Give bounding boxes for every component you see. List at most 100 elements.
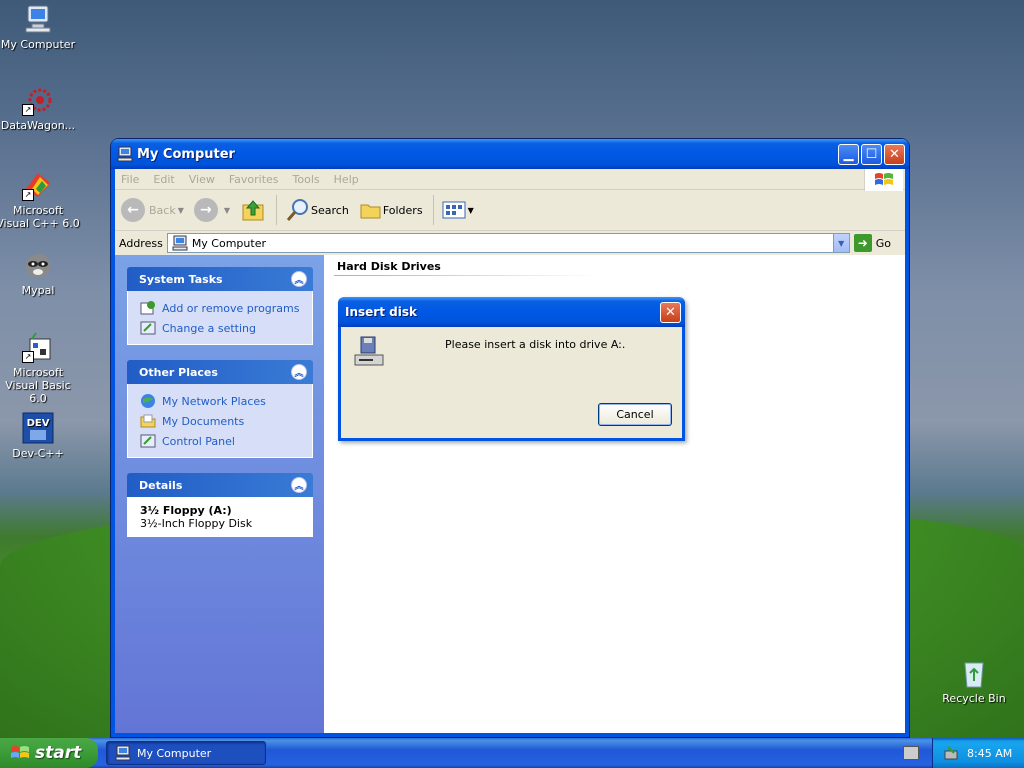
toolbar: ← Back ▼ → ▼ Search Folders ▼ [115,190,905,231]
collapse-chevron-icon[interactable]: ︽ [291,364,307,380]
task-add-remove-programs[interactable]: Add or remove programs [140,298,304,318]
views-button[interactable]: ▼ [442,200,474,220]
visual-basic-icon: ↗ [22,331,54,363]
menu-tools[interactable]: Tools [293,173,320,186]
address-dropdown-button[interactable]: ▼ [832,234,849,252]
window-title: My Computer [137,146,235,162]
system-tasks-header[interactable]: System Tasks ︽ [127,267,313,291]
documents-folder-icon [140,414,156,428]
visual-cpp-icon: ↗ [22,169,54,201]
system-tasks-body: Add or remove programs Change a setting [127,291,313,345]
cancel-button[interactable]: Cancel [598,403,672,426]
close-icon: ✕ [889,146,900,162]
views-icon [442,201,466,219]
folders-icon [360,204,381,219]
desktop-icon-recycle-bin[interactable]: Recycle Bin [931,657,1017,705]
minimize-icon: ▁ [843,146,854,162]
desktop-icon-my-computer[interactable]: My Computer [0,3,81,51]
control-panel-icon [140,321,156,335]
folder-up-icon [242,200,264,221]
dialog-close-button[interactable]: ✕ [660,301,681,323]
menu-edit[interactable]: Edit [153,173,174,186]
task-change-setting[interactable]: Change a setting [140,318,304,338]
menu-help[interactable]: Help [334,173,359,186]
folders-button[interactable]: Folders [359,198,423,222]
safely-remove-hardware-icon[interactable] [943,745,959,761]
datawagon-icon: ↗ [22,84,54,116]
up-button[interactable] [240,197,266,223]
place-control-panel[interactable]: Control Panel [140,431,304,451]
other-places-header[interactable]: Other Places ︽ [127,360,313,384]
search-icon [286,199,309,221]
forward-button[interactable]: → ▼ [193,198,231,222]
address-label: Address [119,236,163,250]
window-titlebar[interactable]: My Computer ▁ ☐ ✕ [111,139,909,169]
windows-flag-icon [11,746,29,758]
devcpp-icon: DEV [22,412,54,444]
dialog-body: Please insert a disk into drive A:. Canc… [341,327,682,438]
address-input[interactable]: My Computer ▼ [166,233,850,253]
system-tasks-panel: System Tasks ︽ Add or remove programs Ch… [127,267,313,345]
go-button[interactable]: ➜ Go [853,234,891,252]
computer-icon [117,146,133,162]
desktop-icon-mypal[interactable]: Mypal [0,249,81,297]
group-divider [334,275,599,276]
chevron-down-icon: ▼ [838,238,845,248]
desktop-icon-visual-cpp[interactable]: ↗ Microsoft Visual C++ 6.0 [0,169,81,230]
desktop-icon-devcpp[interactable]: DEV Dev-C++ [0,412,81,460]
clock[interactable]: 8:45 AM [967,747,1012,760]
dev-icon-text: DEV [27,418,50,429]
close-icon: ✕ [665,304,676,320]
maximize-icon: ☐ [865,146,878,162]
menu-view[interactable]: View [189,173,215,186]
details-item-type: 3½-Inch Floppy Disk [140,517,253,530]
close-button[interactable]: ✕ [884,143,905,165]
windows-logo [864,169,903,191]
window-body: File Edit View Favorites Tools Help ← Ba… [115,169,905,733]
shortcut-arrow-icon: ↗ [22,104,34,116]
chevron-down-icon: ▼ [177,205,184,215]
dialog-message: Please insert a disk into drive A:. [445,338,626,351]
floppy-drive-icon [354,336,384,366]
task-pane: System Tasks ︽ Add or remove programs Ch… [115,255,324,733]
back-button[interactable]: ← Back ▼ [121,198,184,222]
start-button[interactable]: start [0,738,98,768]
shortcut-arrow-icon: ↗ [22,351,34,363]
dialog-titlebar[interactable]: Insert disk ✕ [338,297,685,327]
dialog-title: Insert disk [345,305,417,319]
desktop-icon-datawagon[interactable]: ↗ DataWagon... [0,84,81,132]
menu-favorites[interactable]: Favorites [229,173,279,186]
place-my-documents[interactable]: My Documents [140,411,304,431]
menu-file[interactable]: File [121,173,139,186]
computer-icon [115,745,131,761]
taskbar-button-my-computer[interactable]: My Computer [106,741,266,765]
back-arrow-icon: ← [121,198,145,222]
add-remove-programs-icon [140,301,155,315]
computer-icon [22,3,54,35]
shortcut-arrow-icon: ↗ [22,189,34,201]
search-button[interactable]: Search [285,197,349,223]
other-places-body: My Network Places My Documents Control P… [127,384,313,458]
taskbar: start My Computer 8:45 AM [0,738,1024,768]
toolbar-separator [276,195,278,225]
place-my-network-places[interactable]: My Network Places [140,391,304,411]
keyboard-icon[interactable] [903,746,919,760]
details-body: 3½ Floppy (A:) 3½-Inch Floppy Disk [127,497,313,537]
details-header[interactable]: Details ︽ [127,473,313,497]
other-places-panel: Other Places ︽ My Network Places My Docu… [127,360,313,458]
raccoon-icon [22,249,54,281]
recycle-bin-icon [958,657,990,689]
go-arrow-icon: ➜ [853,234,872,252]
network-globe-icon [141,394,155,408]
insert-disk-dialog: Insert disk ✕ Please insert a disk into … [338,297,685,441]
menu-bar: File Edit View Favorites Tools Help [115,169,905,191]
windows-flag-icon [875,173,893,185]
collapse-chevron-icon[interactable]: ︽ [291,271,307,287]
details-panel: Details ︽ 3½ Floppy (A:) 3½-Inch Floppy … [127,473,313,537]
desktop-icon-visual-basic[interactable]: ↗ Microsoft Visual Basic 6.0 [0,331,81,405]
collapse-chevron-icon[interactable]: ︽ [291,477,307,493]
maximize-button[interactable]: ☐ [861,143,882,165]
details-item-name: 3½ Floppy (A:) [140,504,232,517]
chevron-down-icon: ▼ [223,205,231,215]
minimize-button[interactable]: ▁ [838,143,859,165]
